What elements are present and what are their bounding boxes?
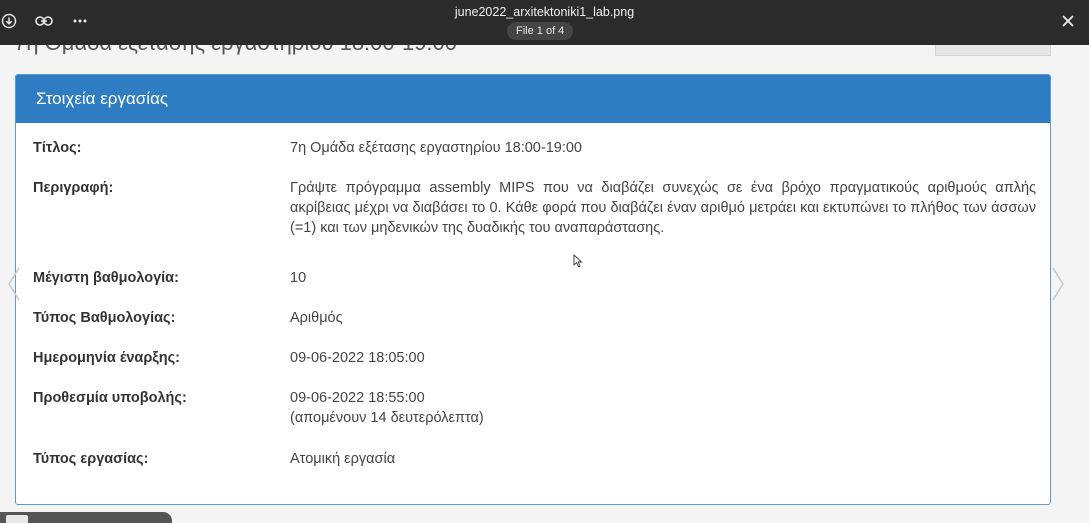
- chevron-left-icon[interactable]: [6, 266, 22, 302]
- mouse-cursor-icon: [573, 253, 583, 273]
- panel-title: Στοιχεία εργασίας: [36, 89, 169, 108]
- detail-value: Γράψτε πρόγραμμα assembly MIPS που να δι…: [290, 180, 1036, 236]
- chevron-right-icon[interactable]: [1050, 266, 1066, 302]
- detail-value: 10: [290, 270, 307, 286]
- detail-label: Μέγιστη βαθμολογία:: [33, 270, 179, 286]
- assignment-details-panel: Στοιχεία εργασίας Τίτλος: 7η Ομάδα εξέτα…: [15, 74, 1051, 505]
- detail-label: Τίτλος:: [33, 140, 82, 156]
- detail-label: Τύπος εργασίας:: [33, 451, 149, 467]
- detail-value-group: 09-06-2022 18:55:00 (απομένουν 14 δευτερ…: [290, 388, 1036, 428]
- detail-label: Προθεσμία υποβολής:: [33, 390, 187, 406]
- detail-value: Αριθμός: [290, 310, 343, 326]
- panel-header: Στοιχεία εργασίας: [16, 75, 1050, 123]
- file-counter: File 1 of 4: [507, 22, 574, 40]
- bottom-tab-icon: [6, 515, 28, 523]
- detail-label: Τύπος Βαθμολογίας:: [33, 310, 176, 326]
- detail-value: 09-06-2022 18:05:00: [290, 350, 425, 366]
- detail-value: Ατομική εργασία: [290, 451, 396, 467]
- close-icon[interactable]: [1055, 8, 1081, 34]
- viewer-toolbar: june2022_arxitektoniki1_lab.png File 1 o…: [0, 0, 1089, 45]
- detail-label: Περιγραφή:: [33, 180, 114, 196]
- detail-label: Ημερομηνία έναρξης:: [33, 350, 180, 366]
- time-remaining-note: (απομένουν 14 δευτερόλεπτα): [290, 410, 484, 426]
- detail-value: 7η Ομάδα εξέτασης εργαστηρίου 18:00-19:0…: [290, 140, 582, 156]
- bottom-taskbar-tab[interactable]: [0, 512, 172, 523]
- viewer-filename: june2022_arxitektoniki1_lab.png: [454, 5, 635, 19]
- deadline-value: 09-06-2022 18:55:00: [290, 390, 425, 406]
